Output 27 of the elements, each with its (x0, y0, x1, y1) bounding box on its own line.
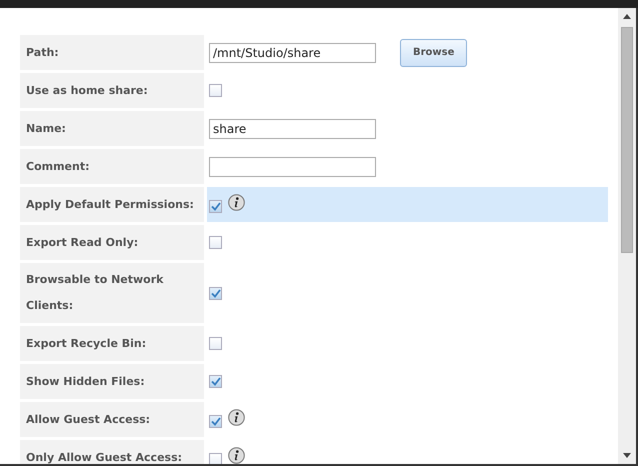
browse-button[interactable]: Browse (400, 38, 468, 66)
text-field[interactable]: share (209, 118, 376, 138)
checkbox[interactable] (209, 200, 222, 213)
field-label: Name: (26, 120, 66, 136)
info-icon[interactable] (228, 447, 245, 464)
field-label: Allow Guest Access: (26, 412, 150, 428)
checkbox[interactable] (209, 452, 222, 464)
field-label: Export Read Only: (26, 234, 138, 250)
field-label: Browsable to Network Clients: (26, 272, 164, 314)
scrollbar[interactable] (618, 8, 636, 464)
checkbox[interactable] (209, 375, 222, 388)
field-label: Apply Default Permissions: (26, 196, 194, 212)
checkbox[interactable] (209, 236, 222, 249)
field-label: Comment: (26, 158, 90, 174)
checkbox[interactable] (209, 414, 222, 428)
checkbox[interactable] (209, 286, 222, 300)
field-label: Use as home share: (26, 82, 148, 98)
field-label: Only Allow Guest Access: (26, 450, 182, 464)
text-field[interactable] (209, 156, 376, 176)
field-label: Path: (26, 44, 59, 60)
checkbox[interactable] (209, 337, 222, 350)
info-icon[interactable] (228, 194, 245, 211)
info-icon[interactable] (228, 409, 245, 426)
field-label: Export Recycle Bin: (26, 336, 146, 352)
text-field[interactable]: /mnt/Studio/share (209, 42, 376, 62)
checkbox[interactable] (209, 84, 222, 97)
field-label: Show Hidden Files: (26, 374, 145, 390)
